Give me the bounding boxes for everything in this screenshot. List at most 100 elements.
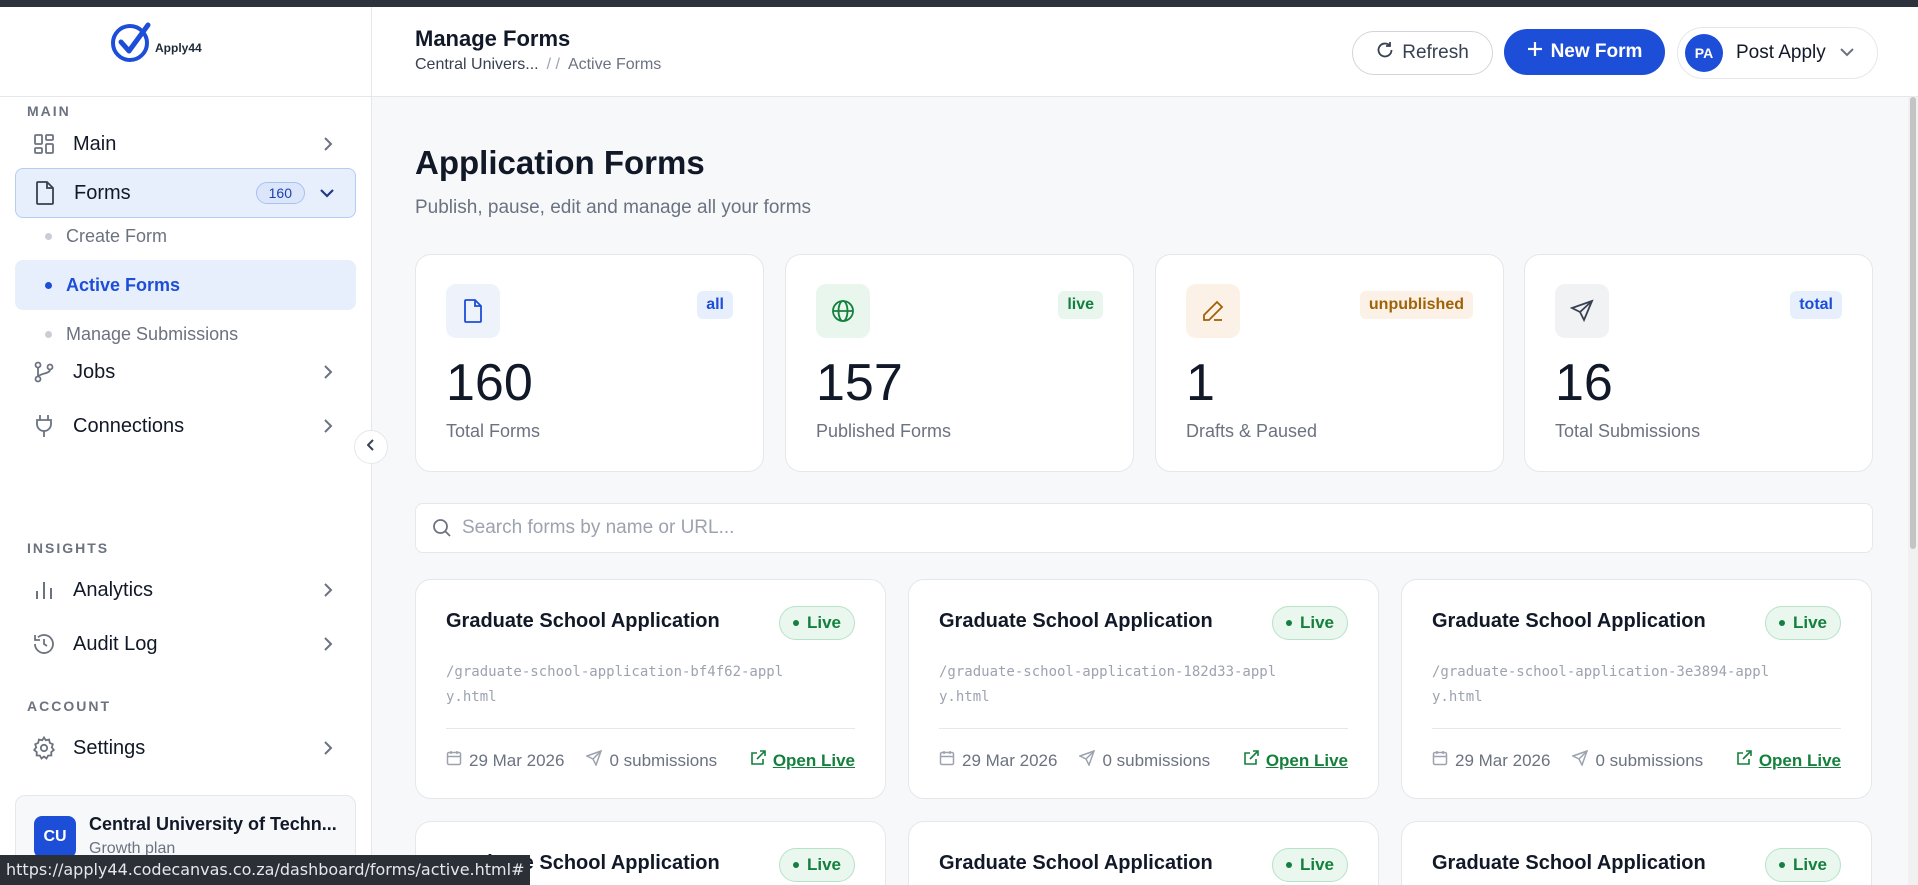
sidebar-item-jobs[interactable]: Jobs	[15, 347, 356, 397]
sidebar-item-label: Jobs	[73, 360, 116, 383]
sidebar-item-label: Settings	[73, 736, 146, 759]
open-live-link[interactable]: Open Live	[750, 750, 855, 771]
stat-value: 160	[446, 354, 533, 412]
live-dot	[1778, 862, 1785, 868]
stat-tag: live	[1058, 291, 1103, 319]
form-card[interactable]: Graduate School Application Live /gradua…	[1401, 579, 1872, 799]
subitem-label: Create Form	[66, 225, 168, 246]
stat-value: 1	[1186, 354, 1215, 412]
search-bar[interactable]	[415, 503, 1873, 553]
status-label: Live	[1299, 855, 1334, 874]
sidebar-item-label: Main	[73, 132, 117, 155]
sidebar-item-audit-log[interactable]: Audit Log	[15, 619, 356, 669]
section-label-insights: INSIGHTS	[27, 540, 110, 556]
refresh-icon	[1376, 41, 1394, 65]
chevron-down-icon	[1840, 44, 1854, 62]
logo-area: Apply44	[0, 7, 371, 97]
live-dot	[792, 862, 799, 868]
sidebar-item-settings[interactable]: Settings	[15, 723, 356, 773]
sidebar-item-label: Audit Log	[73, 632, 158, 655]
stat-tag: all	[697, 291, 733, 319]
chevron-right-icon	[318, 134, 338, 154]
sidebar: Apply44 MAIN Main Forms 160 Create Form …	[0, 7, 372, 885]
form-card[interactable]: Graduate School Application Live /gradua…	[415, 579, 886, 799]
chevron-right-icon	[318, 634, 338, 654]
stat-value: 16	[1555, 354, 1613, 412]
refresh-label: Refresh	[1402, 42, 1469, 63]
send-icon	[1078, 749, 1096, 771]
open-live-label: Open Live	[772, 750, 855, 770]
status-label: Live	[1792, 855, 1827, 874]
bullet-dot	[45, 281, 52, 289]
section-label-main: MAIN	[27, 103, 71, 119]
form-date: 29 Mar 2026	[469, 750, 565, 770]
sidebar-item-label: Analytics	[73, 578, 154, 601]
chevron-down-icon	[317, 183, 337, 203]
form-submissions: 0 submissions	[1595, 750, 1704, 770]
stat-card-drafts-paused: unpublished 1 Drafts & Paused	[1155, 254, 1504, 472]
stat-card-published-forms: live 157 Published Forms	[785, 254, 1134, 472]
apply44-logo-icon	[110, 21, 152, 68]
scrollbar-thumb[interactable]	[1910, 97, 1916, 549]
external-link-icon	[1736, 750, 1752, 771]
refresh-button[interactable]: Refresh	[1352, 31, 1493, 75]
user-menu[interactable]: PA Post Apply	[1677, 27, 1878, 79]
send-icon	[1555, 284, 1609, 338]
search-icon	[432, 518, 452, 538]
document-icon	[446, 284, 500, 338]
open-live-link[interactable]: Open Live	[1736, 750, 1841, 771]
status-label: Live	[806, 613, 841, 632]
calendar-icon	[1432, 750, 1448, 771]
new-form-button[interactable]: New Form	[1504, 29, 1665, 75]
form-title: Graduate School Application	[446, 610, 720, 632]
sidebar-item-label: Forms	[74, 181, 131, 204]
open-live-link[interactable]: Open Live	[1243, 750, 1348, 771]
stat-label: Drafts & Paused	[1186, 421, 1318, 441]
collapse-sidebar-button[interactable]	[354, 430, 388, 464]
form-url-slug: /graduate-school-application-182d33-appl…	[939, 664, 1277, 705]
divider	[939, 728, 1348, 729]
external-link-icon	[1243, 750, 1259, 771]
sidebar-item-analytics[interactable]: Analytics	[15, 565, 356, 615]
divider	[1432, 728, 1841, 729]
window-top-strip	[0, 0, 1918, 7]
form-card[interactable]: Graduate School Application Live	[1401, 821, 1872, 885]
status-label: Live	[1299, 613, 1334, 632]
send-icon	[585, 749, 603, 771]
sidebar-subitem-create-form[interactable]: Create Form	[15, 211, 356, 261]
status-badge: Live	[778, 606, 855, 640]
breadcrumb-org-link[interactable]: Central Univers...	[415, 56, 539, 74]
history-icon	[31, 631, 57, 657]
live-dot	[1778, 620, 1785, 626]
section-subheading: Publish, pause, edit and manage all your…	[415, 197, 812, 218]
sidebar-item-connections[interactable]: Connections	[15, 401, 356, 451]
form-meta: 29 Mar 2026 0 submissions Open Live	[939, 749, 1348, 771]
sidebar-subitem-active-forms[interactable]: Active Forms	[15, 260, 356, 310]
chevron-right-icon	[318, 416, 338, 436]
form-card[interactable]: Graduate School Application Live	[908, 821, 1379, 885]
stat-value: 157	[816, 354, 903, 412]
sidebar-item-main[interactable]: Main	[15, 119, 356, 169]
chevron-right-icon	[318, 580, 338, 600]
breadcrumb: Central Univers... / / Active Forms	[415, 56, 661, 74]
form-submissions: 0 submissions	[609, 750, 718, 770]
status-badge: Live	[1764, 606, 1841, 640]
divider	[446, 728, 855, 729]
branch-icon	[31, 359, 57, 385]
browser-status-url: https://apply44.codecanvas.co.za/dashboa…	[0, 855, 531, 885]
form-title: Graduate School Application	[1432, 852, 1706, 874]
logo[interactable]: Apply44	[110, 21, 202, 68]
globe-icon	[816, 284, 870, 338]
breadcrumb-current: Active Forms	[567, 56, 662, 73]
form-card[interactable]: Graduate School Application Live /gradua…	[908, 579, 1379, 799]
form-meta: 29 Mar 2026 0 submissions Open Live	[446, 749, 855, 771]
status-badge: Live	[778, 848, 855, 882]
subitem-label: Active Forms	[66, 274, 181, 295]
form-meta: 29 Mar 2026 0 submissions Open Live	[1432, 749, 1841, 771]
search-input[interactable]	[462, 517, 1842, 539]
page-title: Manage Forms	[415, 26, 571, 51]
stat-card-total-forms: all 160 Total Forms	[415, 254, 764, 472]
stat-label: Total Submissions	[1555, 421, 1701, 441]
sidebar-item-label: Connections	[73, 414, 185, 437]
logo-text: Apply44	[155, 40, 202, 55]
